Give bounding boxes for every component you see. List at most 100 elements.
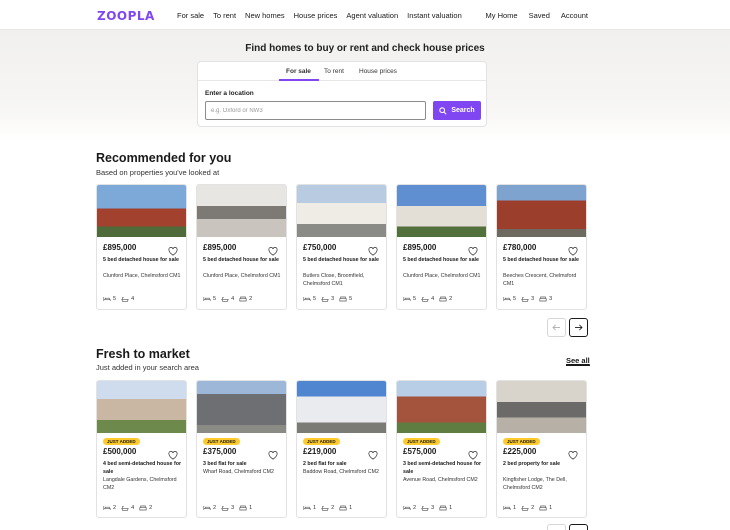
bathrooms: 3: [421, 505, 434, 511]
property-description: 3 bed flat for sale: [203, 461, 247, 467]
property-price: £500,000: [103, 447, 137, 456]
receptions: 3: [539, 296, 552, 302]
nav-instant-valuation[interactable]: Instant valuation: [407, 11, 462, 20]
nav-saved[interactable]: Saved: [529, 11, 550, 20]
recommended-title: Recommended for you: [96, 151, 232, 165]
bath-icon: [121, 506, 129, 511]
property-photo[interactable]: [97, 381, 186, 433]
carousel-next-button[interactable]: [569, 318, 588, 337]
property-description: 2 bed property for sale: [503, 461, 561, 467]
zoopla-logo[interactable]: ZOOPLA: [97, 9, 155, 23]
property-features: 2 3 1: [403, 505, 452, 511]
bathrooms: 4: [421, 296, 434, 302]
sofa-icon: [339, 505, 347, 511]
tab-for-sale[interactable]: For sale: [286, 68, 311, 75]
property-price: £375,000: [203, 447, 237, 456]
bath-icon: [421, 297, 429, 302]
property-description: 3 bed semi-detached house for sale: [403, 461, 481, 475]
bathrooms: 3: [321, 296, 334, 302]
search-icon: [439, 106, 447, 115]
just-added-badge: JUST ADDED: [403, 438, 440, 445]
property-card[interactable]: £750,000 5 bed detached house for sale But…: [296, 184, 387, 310]
property-price: £895,000: [103, 243, 137, 252]
bedrooms: 1: [503, 505, 516, 511]
property-card[interactable]: JUST ADDED £575,000 3 bed semi-detached ho…: [396, 380, 487, 518]
property-card[interactable]: £895,000 5 bed detached house for sale Clu…: [396, 184, 487, 310]
arrow-right-icon: [575, 324, 583, 331]
property-card[interactable]: £895,000 5 bed detached house for sale Clu…: [96, 184, 187, 310]
recommended-subtitle: Based on properties you've looked at: [96, 168, 220, 177]
bed-icon: [403, 506, 411, 510]
property-card[interactable]: JUST ADDED £500,000 4 bed semi-detached ho…: [96, 380, 187, 518]
property-card[interactable]: £895,000 5 bed detached house for sale Clu…: [196, 184, 287, 310]
receptions: 1: [439, 505, 452, 511]
fresh-next-button[interactable]: [569, 524, 588, 530]
receptions-count: 5: [349, 296, 353, 302]
property-price: £219,000: [303, 447, 337, 456]
bedrooms-count: 5: [313, 296, 317, 302]
property-photo[interactable]: [497, 381, 586, 433]
hero-title: Find homes to buy or rent and check hous…: [245, 43, 485, 54]
tab-house-prices[interactable]: House prices: [359, 68, 397, 75]
property-photo[interactable]: [497, 185, 586, 237]
sofa-icon: [339, 296, 347, 302]
bathrooms-count: 3: [531, 296, 535, 302]
property-photo[interactable]: [97, 185, 186, 237]
property-card[interactable]: JUST ADDED £225,000 2 bed property for sal…: [496, 380, 587, 518]
bathrooms-count: 4: [231, 296, 235, 302]
property-price: £895,000: [403, 243, 437, 252]
heart-icon: [268, 451, 278, 460]
bathrooms-count: 3: [431, 505, 435, 511]
tab-to-rent[interactable]: To rent: [324, 68, 344, 75]
property-photo[interactable]: [297, 381, 386, 433]
property-photo[interactable]: [197, 381, 286, 433]
receptions-count: 1: [449, 505, 453, 511]
property-card[interactable]: JUST ADDED £375,000 3 bed flat for sale Wha…: [196, 380, 287, 518]
bedrooms-count: 5: [513, 296, 517, 302]
bedrooms: 5: [403, 296, 416, 302]
receptions-count: 3: [549, 296, 553, 302]
bathrooms: 2: [521, 505, 534, 511]
bath-icon: [421, 506, 429, 511]
property-price: £750,000: [303, 243, 337, 252]
bed-icon: [403, 297, 411, 301]
property-card[interactable]: JUST ADDED £219,000 2 bed flat for sale Bad…: [296, 380, 387, 518]
search-button[interactable]: Search: [433, 101, 481, 120]
receptions: 2: [239, 296, 252, 302]
fresh-prev-button[interactable]: [547, 524, 566, 530]
property-address: Langdale Gardens, Chelmsford CM2: [103, 477, 177, 491]
property-photo[interactable]: [397, 381, 486, 433]
bedrooms-count: 2: [213, 505, 217, 511]
property-address: Clunford Place, Chelmsford CM1: [203, 273, 281, 279]
location-label: Enter a location: [205, 90, 254, 97]
just-added-badge: JUST ADDED: [203, 438, 240, 445]
heart-icon: [168, 247, 178, 256]
bedrooms: 2: [403, 505, 416, 511]
location-input[interactable]: [205, 101, 426, 120]
property-features: 54: [103, 296, 139, 302]
property-photo[interactable]: [197, 185, 286, 237]
carousel-prev-button[interactable]: [547, 318, 566, 337]
nav-new-homes[interactable]: New homes: [245, 11, 285, 20]
property-features: 5 3 5: [303, 296, 352, 302]
see-all-link[interactable]: See all: [566, 356, 590, 366]
bedrooms-count: 5: [413, 296, 417, 302]
property-description: 5 bed detached house for sale: [403, 257, 479, 263]
primary-nav: For sale To rent New homes House prices …: [177, 11, 471, 20]
heart-icon: [468, 451, 478, 460]
property-card[interactable]: £780,000 5 bed detached house for sale Bee…: [496, 184, 587, 310]
nav-account[interactable]: Account: [561, 11, 588, 20]
nav-to-rent[interactable]: To rent: [213, 11, 236, 20]
property-features: 2 4 2: [103, 505, 152, 511]
sofa-icon: [139, 505, 147, 511]
nav-agent-valuation[interactable]: Agent valuation: [346, 11, 398, 20]
property-photo[interactable]: [397, 185, 486, 237]
bed-icon: [303, 297, 311, 301]
bedrooms: 2: [103, 505, 116, 511]
nav-house-prices[interactable]: House prices: [294, 11, 338, 20]
property-description: 4 bed semi-detached house for sale: [103, 461, 181, 475]
bed-icon: [203, 297, 211, 301]
nav-for-sale[interactable]: For sale: [177, 11, 204, 20]
property-photo[interactable]: [297, 185, 386, 237]
nav-my-home[interactable]: My Home: [486, 11, 518, 20]
